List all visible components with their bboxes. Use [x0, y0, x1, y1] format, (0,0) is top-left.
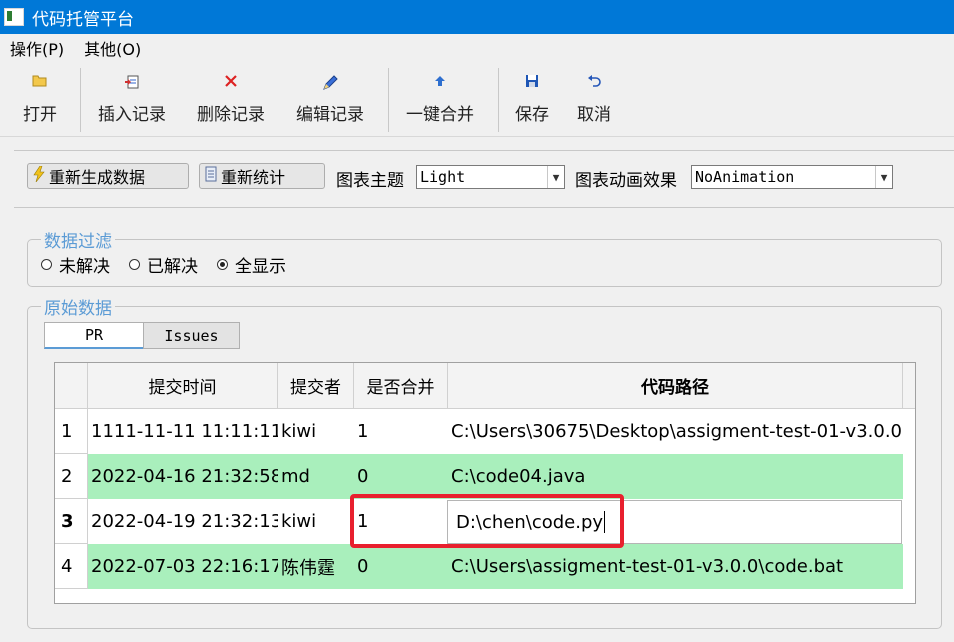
insert-record-button[interactable]: 插入记录	[94, 62, 170, 136]
toolbar-separator	[498, 68, 499, 132]
delete-record-button[interactable]: 删除记录	[192, 62, 270, 136]
column-header-author[interactable]: 提交者	[278, 363, 354, 409]
table-cell-merged[interactable]: 1	[354, 499, 448, 544]
menu-other[interactable]: 其他(O)	[84, 36, 141, 60]
document-icon	[205, 166, 217, 186]
toolbar-separator	[388, 68, 389, 132]
table-cell-path[interactable]: C:\Users\assigment-test-01-v3.0.0\code.b…	[448, 544, 903, 589]
row-header[interactable]: 1	[55, 409, 88, 454]
filter-group-title: 数据过滤	[41, 227, 115, 252]
title-bar: 代码托管平台	[0, 0, 954, 34]
table-cell-time[interactable]: 2022-04-19 21:32:13	[88, 499, 278, 544]
column-header-path[interactable]: 代码路径	[448, 363, 903, 409]
chevron-down-icon: ▼	[547, 166, 564, 188]
header-filler	[903, 363, 915, 409]
column-header-merged[interactable]: 是否合并	[354, 363, 448, 409]
save-button[interactable]: 保存	[512, 62, 552, 136]
regenerate-data-button[interactable]: 重新生成数据	[27, 163, 189, 189]
tab-issues[interactable]: Issues	[143, 322, 240, 349]
edit-record-button[interactable]: 编辑记录	[292, 62, 368, 136]
save-icon	[525, 74, 539, 92]
lightning-icon	[33, 165, 45, 186]
radio-circle	[129, 259, 140, 270]
window-title: 代码托管平台	[32, 9, 134, 30]
table-cell-merged[interactable]: 0	[354, 544, 448, 589]
animation-select[interactable]: NoAnimation ▼	[691, 165, 893, 189]
open-button[interactable]: 打开	[18, 62, 62, 136]
table-cell-merged[interactable]: 1	[354, 409, 448, 454]
table-corner[interactable]	[55, 363, 88, 409]
theme-label: 图表主题	[336, 171, 404, 191]
radio-show-all[interactable]: 全显示	[217, 252, 286, 277]
column-header-time[interactable]: 提交时间	[88, 363, 278, 409]
recount-button[interactable]: 重新统计	[199, 163, 325, 189]
raw-data-group-title: 原始数据	[41, 294, 115, 319]
table-cell-time[interactable]: 2022-04-16 21:32:58	[88, 454, 278, 499]
toolbar-separator	[80, 68, 81, 132]
table-cell-merged[interactable]: 0	[354, 454, 448, 499]
text-caret	[604, 511, 606, 533]
table-cell-path[interactable]: C:\Users\30675\Desktop\assigment-test-01…	[448, 409, 903, 454]
table-cell-time[interactable]: 2022-07-03 22:16:17	[88, 544, 278, 589]
table-cell-author[interactable]: kiwi	[278, 499, 354, 544]
radio-resolved[interactable]: 已解决	[129, 252, 198, 277]
cell-editor-input[interactable]: D:\chen\code.py	[447, 500, 902, 544]
menu-operation[interactable]: 操作(P)	[10, 36, 64, 60]
arrow-up-icon	[434, 74, 446, 92]
row-header[interactable]: 4	[55, 544, 88, 589]
chevron-down-icon: ▼	[875, 166, 892, 188]
insert-row-icon	[124, 74, 140, 92]
merge-button[interactable]: 一键合并	[402, 62, 478, 136]
pr-table: 提交时间 提交者 是否合并 代码路径 1 1111-11-11 11:11:11…	[54, 362, 916, 604]
table-cell-time[interactable]: 1111-11-11 11:11:11	[88, 409, 278, 454]
undo-icon	[587, 74, 601, 92]
app-icon	[4, 8, 24, 26]
table-cell-author[interactable]: kiwi	[278, 409, 354, 454]
row-header[interactable]: 2	[55, 454, 88, 499]
cancel-button[interactable]: 取消	[574, 62, 614, 136]
toolbar: 打开 插入记录 删除记录 编辑记录 一键合并 保存 取消	[0, 62, 954, 137]
folder-open-icon	[32, 74, 48, 92]
table-cell-author[interactable]: md	[278, 454, 354, 499]
radio-circle-selected	[217, 259, 228, 270]
menu-bar: 操作(P) 其他(O)	[0, 34, 954, 62]
radio-unresolved[interactable]: 未解决	[41, 252, 110, 277]
table-cell-path[interactable]: C:\code04.java	[448, 454, 903, 499]
pencil-icon	[321, 74, 339, 92]
tab-pr[interactable]: PR	[44, 322, 144, 349]
animation-label: 图表动画效果	[575, 171, 677, 191]
radio-circle	[41, 259, 52, 270]
delete-icon	[224, 74, 238, 92]
theme-select[interactable]: Light ▼	[416, 165, 565, 189]
row-header-current[interactable]: 3	[55, 499, 88, 544]
table-cell-author[interactable]: 陈伟霆	[278, 544, 354, 589]
